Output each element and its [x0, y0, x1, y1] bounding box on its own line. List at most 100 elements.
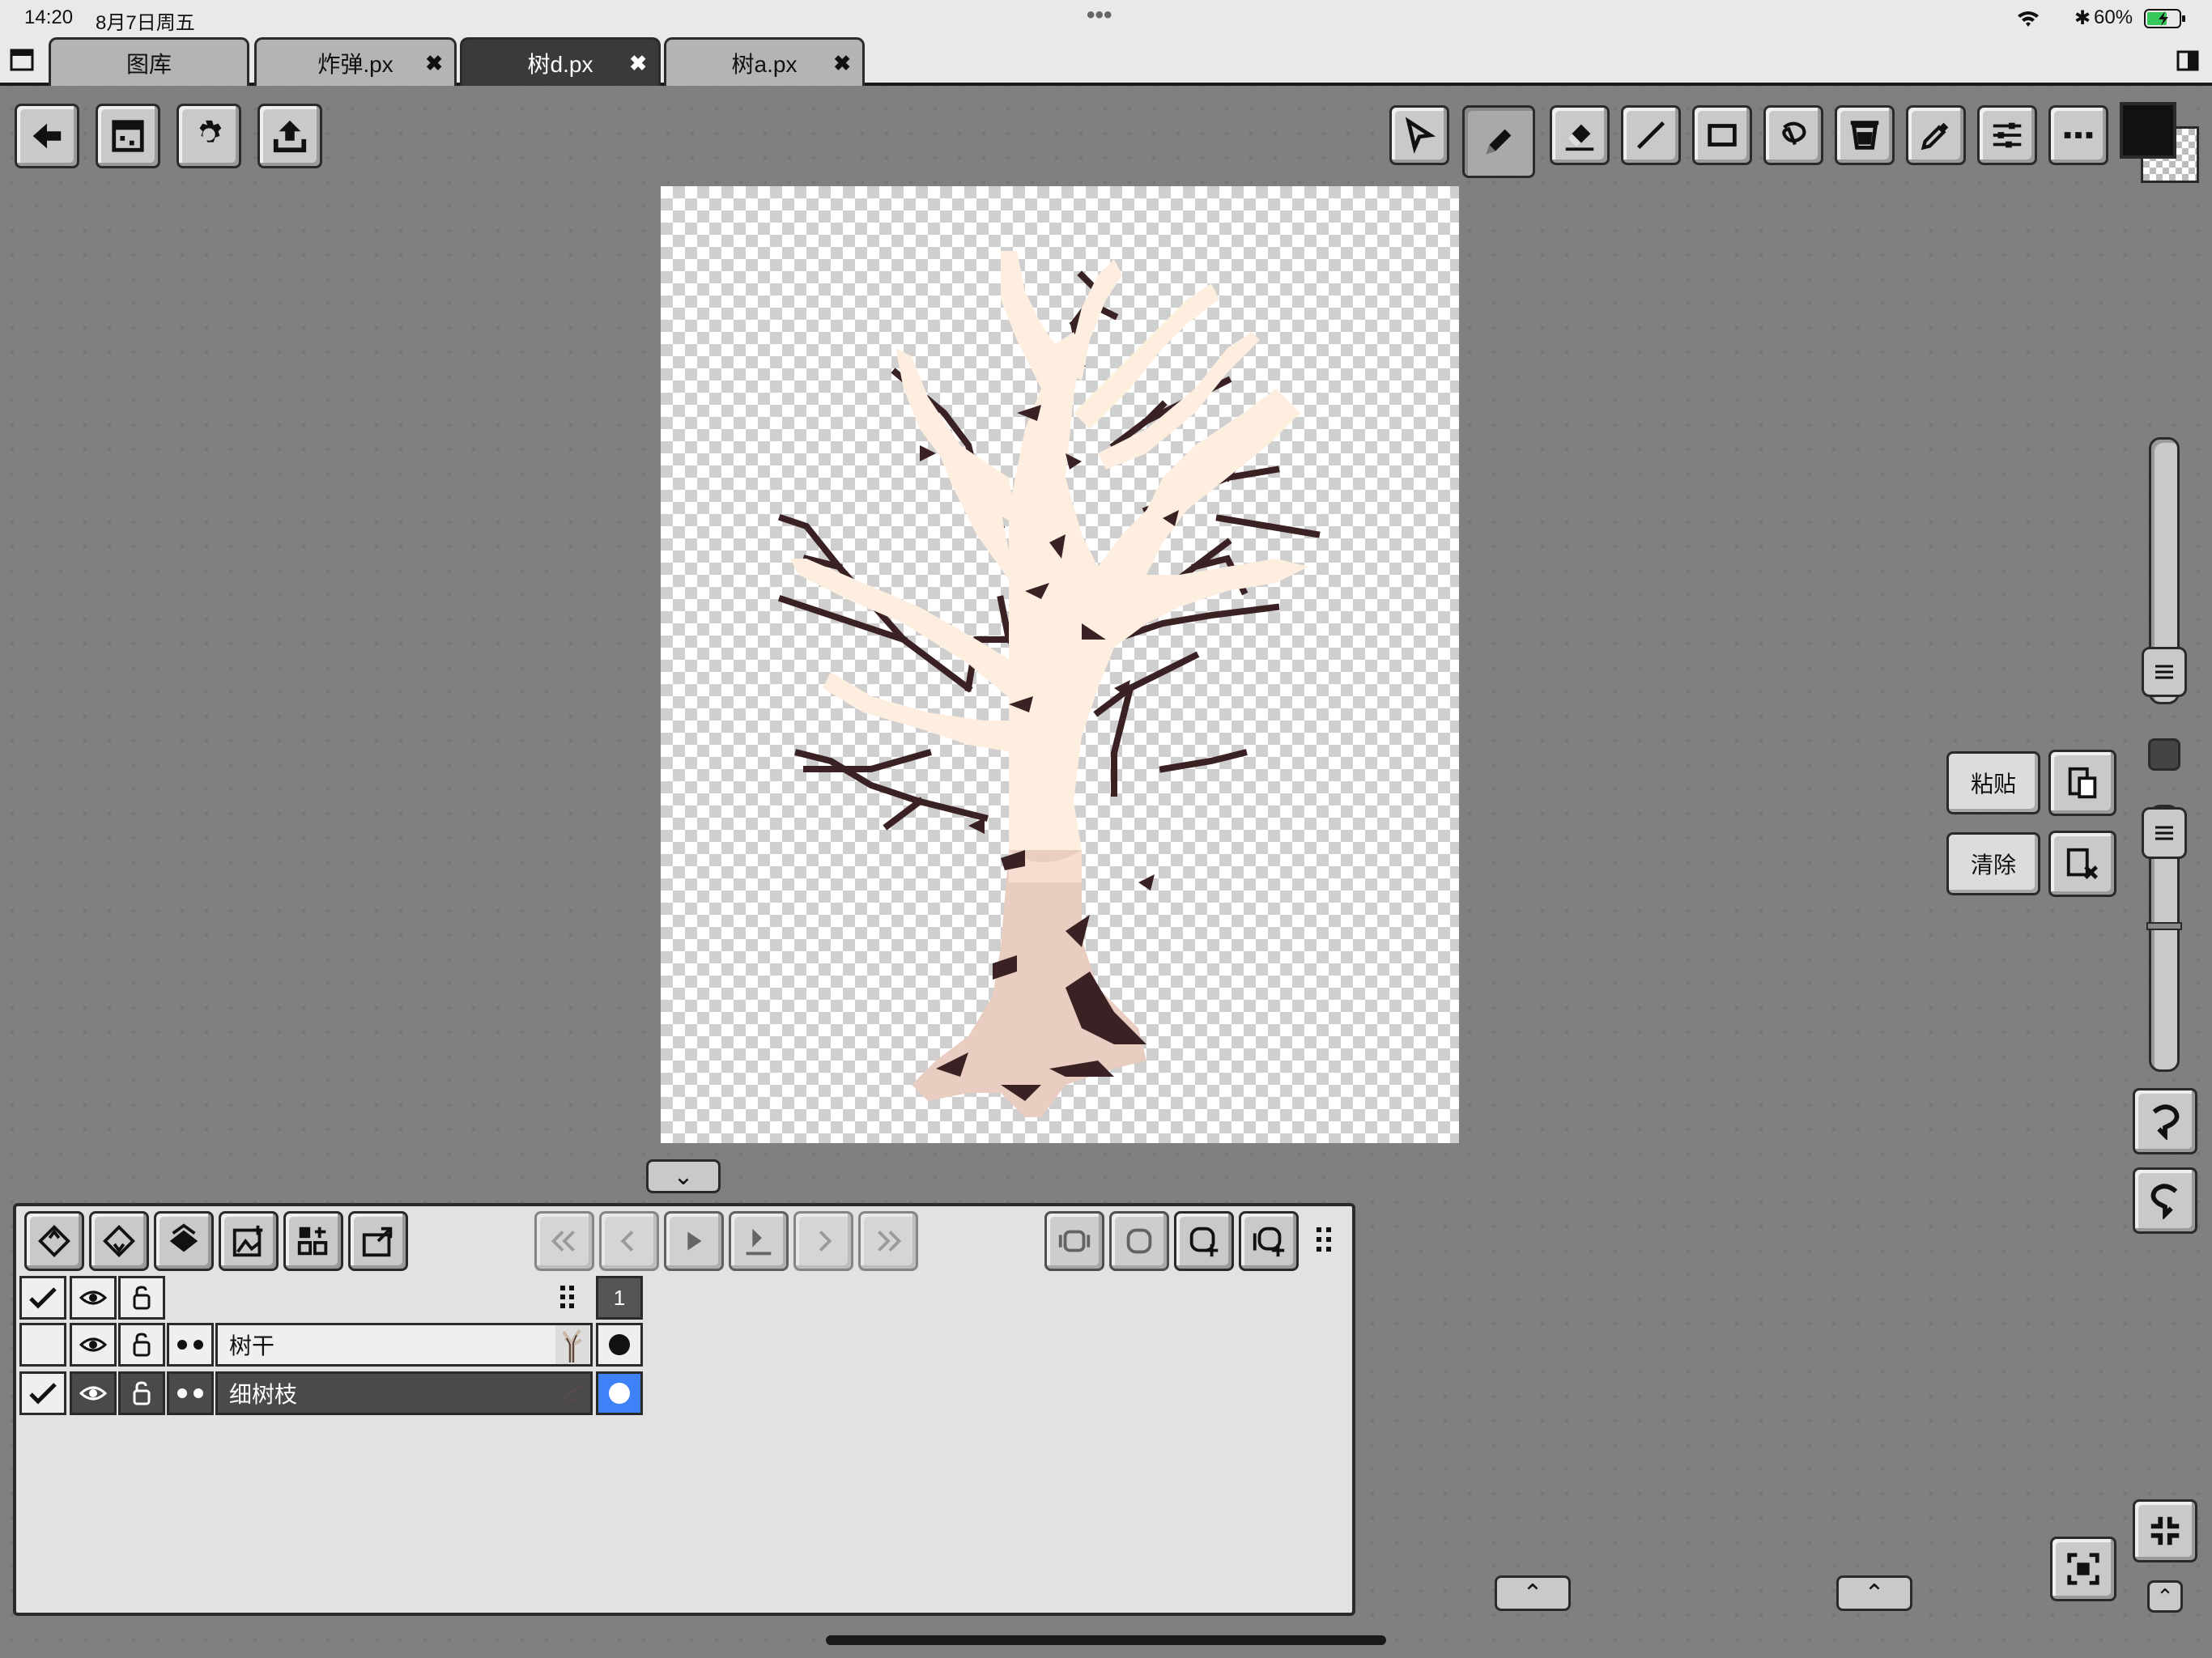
rectangle-tool-button[interactable] — [1692, 105, 1752, 165]
brush-size-thumb[interactable] — [2142, 647, 2187, 697]
select-icon — [1405, 117, 1436, 154]
tab-tree-d-close-icon[interactable]: ✖ — [629, 51, 647, 76]
back-button[interactable] — [15, 104, 79, 168]
duplicate-frame-icon — [1253, 1226, 1285, 1257]
undo-button[interactable] — [2133, 1088, 2197, 1154]
onion-skin-button[interactable] — [729, 1211, 789, 1271]
layer-blend-toggle[interactable] — [167, 1323, 214, 1367]
layer-down-button[interactable] — [89, 1211, 149, 1271]
tab-tree-d[interactable]: 树d.px ✖ — [460, 37, 661, 86]
opacity-thumb[interactable] — [2142, 807, 2187, 859]
export-layer-button[interactable] — [348, 1211, 408, 1271]
first-frame-button[interactable] — [534, 1211, 594, 1271]
tab-tree-a-close-icon[interactable]: ✖ — [833, 51, 851, 76]
redo-button[interactable] — [2133, 1167, 2197, 1234]
home-indicator[interactable] — [826, 1635, 1386, 1645]
last-frame-button[interactable] — [858, 1211, 918, 1271]
multitask-dots[interactable]: ••• — [1087, 2, 1112, 29]
layer-up-button[interactable] — [24, 1211, 84, 1271]
status-time: 14:20 — [24, 6, 74, 28]
layer-name-field[interactable]: 树干 — [215, 1323, 593, 1367]
frame-options-button[interactable] — [1044, 1211, 1104, 1271]
layer-lock-toggle[interactable] — [118, 1371, 165, 1415]
frame-number-cell[interactable]: 1 — [596, 1276, 643, 1320]
tab-bomb[interactable]: 炸弹.px ✖ — [254, 37, 457, 86]
eyedropper-icon — [1921, 122, 1949, 151]
layer-checkbox[interactable] — [19, 1371, 66, 1415]
play-button[interactable] — [664, 1211, 724, 1271]
line-tool-button[interactable] — [1621, 105, 1681, 165]
paste-button[interactable]: 粘贴 — [1946, 751, 2040, 814]
export-button[interactable] — [257, 104, 322, 168]
layer-checkbox[interactable] — [19, 1323, 66, 1367]
adjust-tool-button[interactable] — [1977, 105, 2037, 165]
paste-icon-button[interactable] — [2048, 750, 2116, 816]
all-visibility-toggle[interactable] — [70, 1276, 117, 1320]
chevron-up-icon: ⌃ — [1864, 1579, 1885, 1607]
dot-icon — [609, 1383, 630, 1404]
layer-color-cell[interactable] — [596, 1323, 643, 1367]
layer-visibility-toggle[interactable] — [70, 1323, 117, 1367]
primary-color-swatch[interactable] — [2120, 102, 2176, 159]
next-frame-button[interactable] — [793, 1211, 853, 1271]
layer-blend-toggle[interactable] — [167, 1371, 214, 1415]
settings-icon — [199, 120, 222, 142]
add-image-layer-button[interactable] — [219, 1211, 279, 1271]
status-date: 8月7日周五 — [96, 12, 195, 34]
layer-name-field[interactable]: 细树枝 — [215, 1371, 593, 1415]
unlock-icon — [133, 1381, 151, 1405]
undo-icon — [2152, 1104, 2180, 1140]
next-frame-icon — [819, 1231, 832, 1252]
chevron-down-icon: ⌄ — [673, 1163, 694, 1190]
color-picker[interactable] — [2120, 102, 2201, 183]
opacity-slider[interactable] — [2142, 805, 2187, 1072]
split-view-icon[interactable] — [2176, 50, 2199, 75]
layer-lock-toggle[interactable] — [118, 1323, 165, 1367]
drawing-canvas[interactable] — [661, 186, 1459, 1143]
add-layer-button[interactable] — [283, 1211, 343, 1271]
rectangle-icon — [1708, 124, 1737, 147]
prev-frame-button[interactable] — [599, 1211, 659, 1271]
settings-button[interactable] — [177, 104, 241, 168]
tab-bomb-close-icon[interactable]: ✖ — [425, 51, 443, 76]
layer-thumbnail — [555, 1374, 589, 1413]
more-tools-button[interactable] — [2048, 105, 2108, 165]
clear-button[interactable]: 清除 — [1946, 832, 2040, 895]
redo-icon — [2150, 1184, 2178, 1219]
play-icon — [687, 1231, 702, 1251]
shrink-view-button[interactable] — [2133, 1499, 2197, 1562]
clear-icon-button[interactable] — [2048, 831, 2116, 897]
eyedropper-tool-button[interactable] — [1906, 105, 1966, 165]
brush-size-slider[interactable] — [2142, 437, 2187, 704]
export-icon — [273, 120, 307, 153]
eraser-tool-button[interactable] — [1550, 105, 1610, 165]
eye-icon — [79, 1290, 107, 1305]
canvas-button[interactable] — [96, 104, 160, 168]
tab-tree-a[interactable]: 树a.px ✖ — [664, 37, 865, 86]
select-all-checkbox[interactable] — [19, 1276, 66, 1320]
paste-label: 粘贴 — [1970, 772, 2016, 797]
bottom-handle-right[interactable]: ⌃ — [1836, 1575, 1912, 1611]
bottom-handle-left[interactable]: ⌃ — [1495, 1575, 1571, 1611]
sidebar-toggle-icon[interactable] — [10, 49, 34, 75]
collapse-canvas-button[interactable]: ⌄ — [646, 1159, 721, 1193]
tab-gallery[interactable]: 图库 — [49, 37, 249, 86]
loop-button[interactable] — [1109, 1211, 1169, 1271]
duplicate-frame-button[interactable] — [1239, 1211, 1299, 1271]
layer-visibility-toggle[interactable] — [70, 1371, 117, 1415]
blend-dots-icon — [177, 1388, 203, 1398]
tree-artwork — [777, 251, 1321, 1117]
all-lock-toggle[interactable] — [118, 1276, 165, 1320]
blend-dots-icon — [177, 1340, 203, 1350]
layer-color-cell[interactable] — [596, 1371, 643, 1415]
merge-layer-button[interactable] — [154, 1211, 214, 1271]
panel-drag-handle-icon[interactable] — [1315, 1226, 1334, 1257]
expand-zoom-button[interactable]: ⌃ — [2147, 1580, 2183, 1613]
pencil-tool-button[interactable] — [1462, 105, 1535, 178]
lasso-tool-button[interactable] — [1763, 105, 1823, 165]
fit-view-button[interactable] — [2050, 1537, 2116, 1601]
layer-drag-handle-icon[interactable] — [559, 1284, 576, 1314]
add-frame-button[interactable] — [1174, 1211, 1234, 1271]
fill-tool-button[interactable] — [1835, 105, 1895, 165]
select-tool-button[interactable] — [1389, 105, 1449, 165]
